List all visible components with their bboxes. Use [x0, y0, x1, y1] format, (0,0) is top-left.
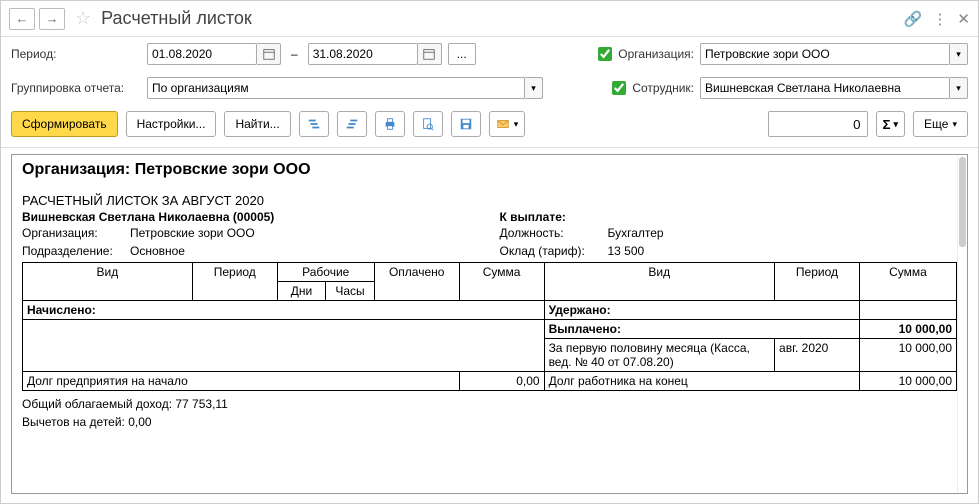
collapse-button[interactable]: [337, 111, 367, 137]
kebab-menu-icon[interactable]: ⋮: [932, 10, 947, 28]
forward-button[interactable]: →: [39, 8, 65, 30]
org-dropdown-button[interactable]: ▾: [950, 43, 968, 65]
withheld-label: Удержано:: [544, 301, 859, 320]
preview-button[interactable]: [413, 111, 443, 137]
payout-desc: За первую половину месяца (Касса, вед. №…: [544, 339, 774, 372]
employee-dropdown-button[interactable]: ▾: [950, 77, 968, 99]
more-button[interactable]: Еще ▾: [913, 111, 968, 137]
page-title: Расчетный листок: [101, 8, 900, 29]
th-paid: Оплачено: [374, 263, 459, 301]
scrollbar[interactable]: [957, 155, 967, 493]
employee-checkbox[interactable]: [612, 81, 626, 95]
back-button[interactable]: ←: [9, 8, 35, 30]
salary-value: 13 500: [608, 242, 645, 260]
payout-amount: 10 000,00: [859, 339, 956, 372]
expand-button[interactable]: [299, 111, 329, 137]
salary-label: Оклад (тариф):: [500, 242, 600, 260]
employee-label: Сотрудник:: [632, 81, 694, 95]
org-heading: Организация: Петровские зори ООО: [22, 161, 957, 179]
th-days: Дни: [277, 282, 326, 301]
info-org-label: Организация:: [22, 224, 122, 242]
period-select-button[interactable]: ...: [448, 43, 476, 65]
doc-title: РАСЧЕТНЫЙ ЛИСТОК ЗА АВГУСТ 2020: [22, 193, 957, 208]
position-label: Должность:: [500, 224, 600, 242]
sum-field[interactable]: [768, 111, 868, 137]
group-select[interactable]: По организациям: [147, 77, 525, 99]
footer-income: Общий облагаемый доход: 77 753,11: [22, 395, 957, 413]
info-dept-value: Основное: [130, 242, 185, 260]
th-hours: Часы: [326, 282, 375, 301]
position-value: Бухгалтер: [608, 224, 664, 242]
th-sum2: Сумма: [859, 263, 956, 301]
th-type: Вид: [23, 263, 193, 301]
group-label: Группировка отчета:: [11, 81, 141, 95]
save-button[interactable]: [451, 111, 481, 137]
date-from-input[interactable]: 01.08.2020: [147, 43, 257, 65]
period-label: Период:: [11, 47, 141, 61]
employee-select[interactable]: Вишневская Светлана Николаевна: [700, 77, 950, 99]
report-area: Организация: Петровские зори ООО РАСЧЕТН…: [11, 154, 968, 494]
date-dash: –: [287, 47, 302, 61]
footer-deductions: Вычетов на детей: 0,00: [22, 413, 957, 431]
date-to-input[interactable]: 31.08.2020: [308, 43, 418, 65]
date-to-calendar-button[interactable]: [418, 43, 442, 65]
settings-button[interactable]: Настройки...: [126, 111, 217, 137]
payout-period: авг. 2020: [775, 339, 860, 372]
th-sum: Сумма: [459, 263, 544, 301]
info-dept-label: Подразделение:: [22, 242, 122, 260]
th-work: Рабочие: [277, 263, 374, 282]
debt-end-value: 10 000,00: [859, 372, 956, 391]
close-icon[interactable]: ✕: [957, 10, 970, 28]
date-from-calendar-button[interactable]: [257, 43, 281, 65]
group-dropdown-button[interactable]: ▾: [525, 77, 543, 99]
payroll-table: Вид Период Рабочие Оплачено Сумма Вид Пе…: [22, 262, 957, 391]
employee-name: Вишневская Светлана Николаевна (00005): [22, 210, 480, 224]
info-org-value: Петровские зори ООО: [130, 224, 255, 242]
find-button[interactable]: Найти...: [224, 111, 290, 137]
th-period: Период: [192, 263, 277, 301]
link-icon[interactable]: 🔗: [904, 10, 923, 28]
paid-label: Выплачено:: [544, 320, 859, 339]
paid-amount: 10 000,00: [859, 320, 956, 339]
org-checkbox[interactable]: [598, 47, 612, 61]
th-period2: Период: [775, 263, 860, 301]
debt-start-value: 0,00: [459, 372, 544, 391]
email-button[interactable]: ▾: [489, 111, 526, 137]
th-type2: Вид: [544, 263, 774, 301]
sigma-button[interactable]: Σ ▾: [876, 111, 906, 137]
org-select[interactable]: Петровские зори ООО: [700, 43, 950, 65]
print-button[interactable]: [375, 111, 405, 137]
to-pay-label: К выплате:: [500, 210, 958, 224]
generate-button[interactable]: Сформировать: [11, 111, 118, 137]
accrued-label: Начислено:: [23, 301, 545, 320]
debt-end-label: Долг работника на конец: [544, 372, 859, 391]
debt-start-label: Долг предприятия на начало: [23, 372, 460, 391]
favorite-star-icon[interactable]: ☆: [75, 8, 91, 29]
org-label: Организация:: [618, 47, 694, 61]
